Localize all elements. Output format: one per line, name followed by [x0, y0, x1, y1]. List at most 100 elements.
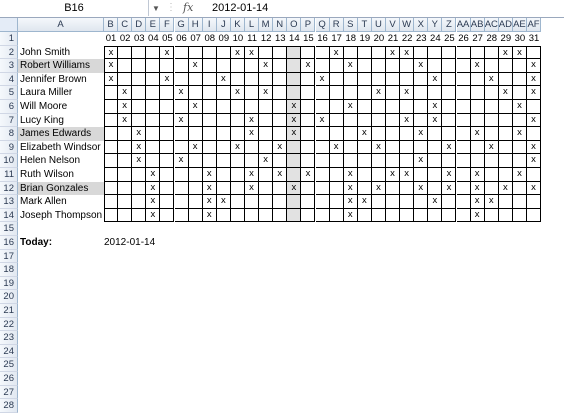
attendance-cell[interactable]: [146, 100, 161, 114]
column-header[interactable]: K: [230, 18, 245, 32]
column-header[interactable]: Q: [315, 18, 330, 32]
attendance-cell[interactable]: [343, 72, 358, 87]
attendance-cell[interactable]: [527, 127, 542, 141]
employee-name[interactable]: Mark Allen: [18, 195, 104, 209]
attendance-cell[interactable]: [188, 127, 203, 141]
attendance-cell[interactable]: x: [470, 208, 485, 223]
attendance-cell[interactable]: [456, 154, 471, 168]
attendance-cell[interactable]: [357, 154, 372, 168]
attendance-cell[interactable]: [301, 208, 316, 223]
attendance-cell[interactable]: [315, 181, 330, 196]
attendance-cell[interactable]: [245, 154, 260, 168]
attendance-cell[interactable]: [287, 86, 302, 100]
column-header[interactable]: O: [287, 18, 302, 32]
attendance-cell[interactable]: x: [400, 168, 415, 182]
attendance-cell[interactable]: [174, 181, 189, 196]
row-header[interactable]: 12: [0, 181, 18, 196]
employee-name[interactable]: Robert Williams: [18, 59, 104, 73]
attendance-cell[interactable]: x: [245, 45, 260, 60]
attendance-cell[interactable]: [484, 181, 499, 196]
column-header[interactable]: U: [371, 18, 386, 32]
employee-name[interactable]: John Smith: [18, 46, 104, 60]
attendance-cell[interactable]: [456, 195, 471, 209]
column-header[interactable]: D: [132, 18, 147, 32]
attendance-cell[interactable]: [216, 113, 231, 128]
day-number[interactable]: 28: [485, 32, 499, 46]
row-header[interactable]: 3: [0, 59, 18, 73]
attendance-cell[interactable]: [371, 45, 386, 60]
attendance-cell[interactable]: [512, 59, 527, 73]
attendance-cell[interactable]: x: [428, 113, 443, 128]
employee-name[interactable]: Laura Miller: [18, 86, 104, 100]
attendance-cell[interactable]: x: [202, 181, 217, 196]
attendance-cell[interactable]: [273, 154, 288, 168]
attendance-cell[interactable]: x: [343, 208, 358, 223]
attendance-cell[interactable]: [174, 140, 189, 155]
attendance-cell[interactable]: x: [470, 181, 485, 196]
attendance-cell[interactable]: x: [301, 168, 316, 182]
attendance-cell[interactable]: [428, 45, 443, 60]
day-number[interactable]: 18: [344, 32, 358, 46]
attendance-cell[interactable]: [301, 140, 316, 155]
attendance-cell[interactable]: [329, 59, 344, 73]
attendance-cell[interactable]: [287, 154, 302, 168]
column-header[interactable]: Y: [428, 18, 443, 32]
column-header[interactable]: AC: [484, 18, 499, 32]
column-header[interactable]: AB: [470, 18, 485, 32]
attendance-cell[interactable]: [160, 195, 175, 209]
row-header[interactable]: 18: [0, 263, 18, 277]
attendance-cell[interactable]: x: [470, 168, 485, 182]
row-header[interactable]: 6: [0, 100, 18, 114]
attendance-cell[interactable]: [498, 72, 513, 87]
attendance-cell[interactable]: [301, 154, 316, 168]
attendance-cell[interactable]: x: [428, 72, 443, 87]
attendance-cell[interactable]: [104, 127, 119, 141]
attendance-cell[interactable]: [216, 181, 231, 196]
column-header[interactable]: X: [414, 18, 429, 32]
attendance-cell[interactable]: [230, 100, 245, 114]
attendance-cell[interactable]: x: [216, 72, 231, 87]
column-header[interactable]: M: [259, 18, 274, 32]
column-header[interactable]: AA: [456, 18, 471, 32]
attendance-cell[interactable]: [428, 208, 443, 223]
row-header[interactable]: 4: [0, 72, 18, 87]
day-number[interactable]: 31: [527, 32, 541, 46]
attendance-cell[interactable]: [188, 113, 203, 128]
day-number[interactable]: 07: [189, 32, 203, 46]
attendance-cell[interactable]: [512, 86, 527, 100]
attendance-cell[interactable]: [456, 100, 471, 114]
day-number[interactable]: 02: [118, 32, 132, 46]
attendance-cell[interactable]: [456, 72, 471, 87]
attendance-cell[interactable]: [132, 195, 147, 209]
attendance-cell[interactable]: [202, 86, 217, 100]
name-box-value[interactable]: B16: [0, 2, 148, 14]
attendance-cell[interactable]: [343, 154, 358, 168]
row-header[interactable]: 1: [0, 32, 18, 46]
attendance-cell[interactable]: [484, 59, 499, 73]
attendance-cell[interactable]: [230, 181, 245, 196]
attendance-cell[interactable]: [386, 127, 401, 141]
attendance-cell[interactable]: [259, 100, 274, 114]
day-number[interactable]: 29: [499, 32, 513, 46]
day-number[interactable]: 16: [316, 32, 330, 46]
attendance-cell[interactable]: x: [132, 140, 147, 155]
attendance-cell[interactable]: [146, 140, 161, 155]
attendance-cell[interactable]: [357, 72, 372, 87]
attendance-cell[interactable]: [428, 140, 443, 155]
today-value-cell[interactable]: 2012-01-14: [104, 236, 184, 250]
attendance-cell[interactable]: [160, 208, 175, 223]
attendance-cell[interactable]: [315, 168, 330, 182]
attendance-cell[interactable]: [202, 127, 217, 141]
attendance-cell[interactable]: [498, 113, 513, 128]
attendance-cell[interactable]: x: [527, 154, 542, 168]
attendance-cell[interactable]: [386, 113, 401, 128]
attendance-cell[interactable]: x: [146, 168, 161, 182]
day-number[interactable]: 13: [273, 32, 287, 46]
employee-name[interactable]: Ruth Wilson: [18, 168, 104, 182]
row-header[interactable]: 23: [0, 331, 18, 345]
attendance-cell[interactable]: [132, 86, 147, 100]
attendance-cell[interactable]: x: [371, 86, 386, 100]
attendance-cell[interactable]: [484, 86, 499, 100]
attendance-cell[interactable]: [315, 140, 330, 155]
attendance-cell[interactable]: [216, 208, 231, 223]
